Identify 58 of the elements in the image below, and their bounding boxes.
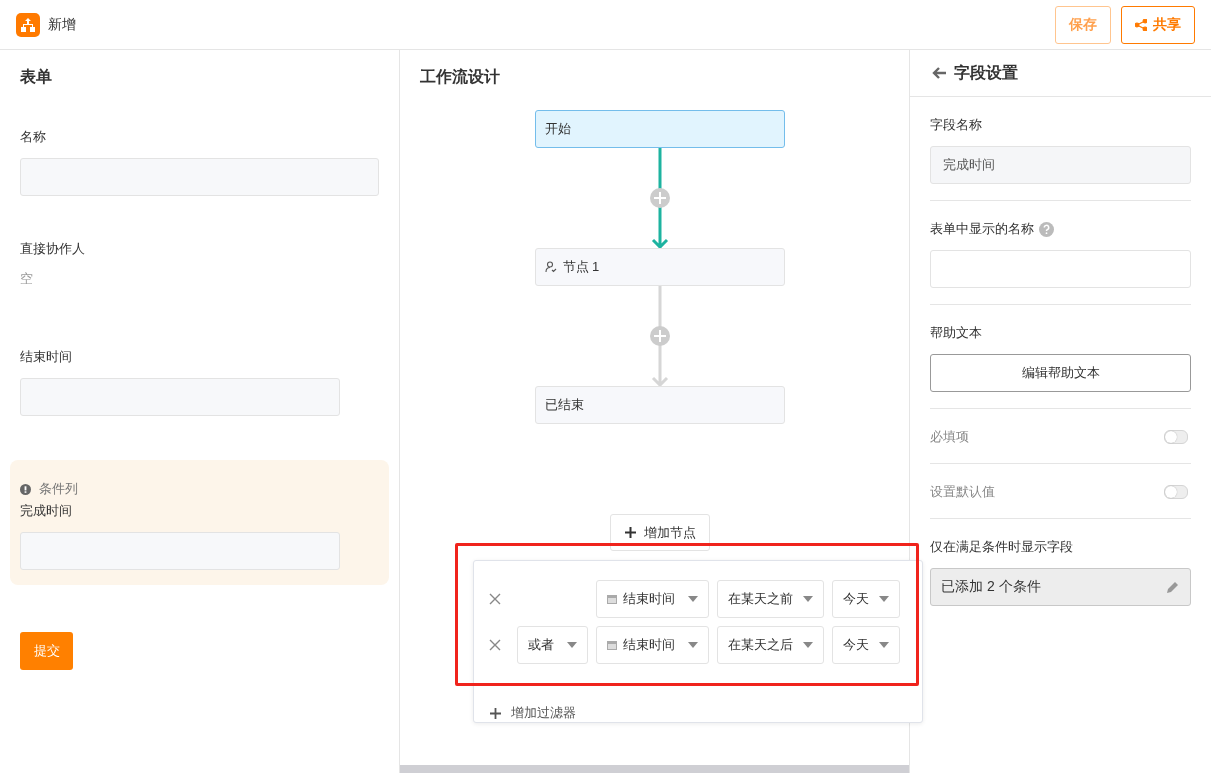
- help-icon[interactable]: [1039, 221, 1054, 237]
- pencil-icon: [1166, 580, 1180, 594]
- caret-icon: [803, 642, 813, 648]
- plus-icon: [490, 707, 501, 719]
- panel-title: 工作流设计: [420, 67, 501, 87]
- remove-icon[interactable]: [489, 593, 501, 605]
- input-field[interactable]: 完成时间: [930, 146, 1191, 184]
- field-value: 空: [20, 270, 34, 288]
- flow-node[interactable]: 节点 1: [534, 248, 785, 286]
- field-label: 直接协作人: [20, 240, 86, 258]
- share-icon: [1135, 18, 1147, 31]
- input-field[interactable]: [20, 158, 379, 196]
- caret-icon: [567, 642, 577, 648]
- info-icon: [20, 483, 31, 495]
- input-field[interactable]: [20, 532, 340, 570]
- dropdown[interactable]: 在某天之前: [717, 580, 824, 618]
- dropdown[interactable]: 结束时间: [596, 626, 709, 664]
- caret-icon: [688, 596, 698, 602]
- caret-icon: [879, 642, 889, 648]
- edit-help-button[interactable]: 编辑帮助文本: [930, 354, 1191, 392]
- dropdown[interactable]: 在某天之后: [717, 626, 824, 664]
- add-filter-link[interactable]: 增加过滤器: [490, 704, 576, 722]
- input-field[interactable]: [930, 250, 1191, 288]
- flow-node[interactable]: 已结束: [534, 386, 785, 424]
- add-node-button[interactable]: 增加节点: [610, 514, 710, 551]
- input-field[interactable]: [20, 378, 340, 416]
- dropdown[interactable]: 结束时间: [596, 580, 709, 618]
- user-icon: [544, 261, 557, 273]
- panel-title: 表单: [20, 67, 53, 87]
- calendar-icon: [607, 640, 617, 650]
- panel-title: 字段设置: [954, 62, 1018, 83]
- toggle-switch[interactable]: [1164, 430, 1188, 444]
- calendar-icon: [607, 594, 617, 604]
- page-title: 新增: [48, 15, 76, 34]
- field-label: 仅在满足条件时显示字段: [930, 538, 1074, 556]
- plus-icon: [624, 527, 636, 538]
- back-arrow-icon[interactable]: [932, 67, 946, 79]
- app-logo-icon: [16, 12, 40, 37]
- caret-icon: [879, 596, 889, 602]
- toggle-label: 设置默认值: [930, 483, 995, 501]
- toggle-switch[interactable]: [1164, 485, 1188, 499]
- dropdown[interactable]: 今天: [832, 626, 900, 664]
- field-label: 完成时间: [20, 502, 73, 520]
- dropdown[interactable]: 今天: [832, 580, 900, 618]
- scrollbar[interactable]: [400, 765, 909, 773]
- field-label: 字段名称: [930, 116, 983, 134]
- remove-icon[interactable]: [489, 639, 501, 651]
- field-label: 帮助文本: [930, 324, 983, 342]
- caret-icon: [688, 642, 698, 648]
- field-label: 名称: [20, 128, 47, 146]
- flow-node[interactable]: 开始: [534, 110, 785, 148]
- field-label: 表单中显示的名称: [930, 220, 1034, 238]
- dropdown[interactable]: 或者: [517, 626, 588, 664]
- condition-field[interactable]: 已添加 2 个条件: [930, 568, 1191, 606]
- toggle-label: 必填项: [930, 428, 969, 446]
- condition-heading: 条件列: [39, 480, 78, 498]
- field-label: 结束时间: [20, 348, 73, 366]
- caret-icon: [803, 596, 813, 602]
